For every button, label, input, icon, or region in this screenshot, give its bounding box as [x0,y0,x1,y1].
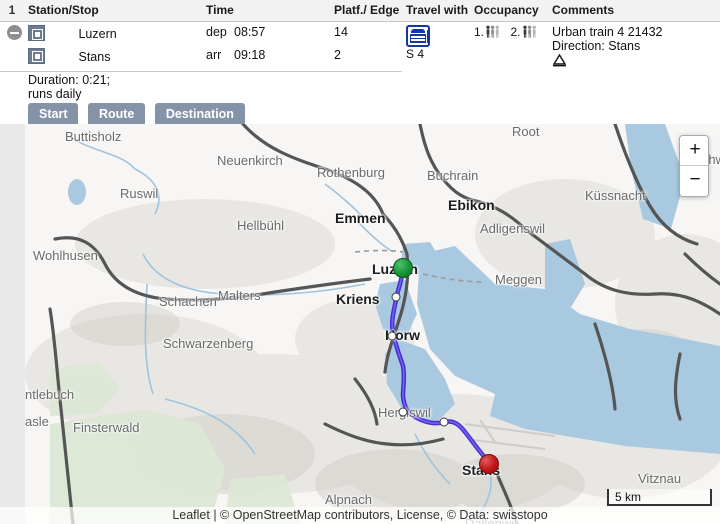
map-marker-luzern[interactable] [393,258,413,278]
route-button[interactable]: Route [87,102,146,126]
duration-text: Duration: 0:21; [28,72,110,87]
table-row: Luzern dep 08:57 14 S 4 1. 2. Urban trai… [0,22,720,67]
platform-departure: 14 [334,25,348,39]
map-canvas[interactable]: Buttisholz Neuenkirch Rothenburg Buchrain Ro… [25,124,720,524]
column-header-occupancy: Occupancy [470,0,548,22]
collapse-cell [0,22,24,47]
time-value-arrival: 09:18 [234,47,266,62]
route-waypoint [391,292,401,302]
occupancy-first-class: 1. [474,25,501,39]
map-left-gutter [0,124,25,524]
frequency-text: runs daily [28,86,82,101]
destination-button[interactable]: Destination [154,102,245,126]
column-header-number: 1 [0,0,24,22]
station-cell-arrival: Stans [24,46,202,72]
line-label: S 4 [406,47,425,61]
urban-train-icon [406,25,430,47]
timetable-map-page: 1 Station/Stop Time Platf./ Edge Travel … [0,0,720,524]
start-button[interactable]: Start [28,102,79,126]
column-header-platform: Platf./ Edge [330,0,402,22]
table-header: 1 Station/Stop Time Platf./ Edge Travel … [0,0,720,22]
spacer-cell [0,46,24,72]
zoom-out-button[interactable]: − [680,166,708,196]
time-prefix-departure: dep [206,25,227,39]
spacer-cell [0,71,24,102]
station-cell-departure: Luzern [24,22,202,47]
table-body: Luzern dep 08:57 14 S 4 1. 2. Urban trai… [0,22,720,127]
platform-arrival: 2 [330,46,402,72]
occupancy-first-class-label: 1. [474,25,485,39]
show-on-map-icon[interactable] [28,47,45,64]
travel-with-cell: S 4 [402,22,470,72]
map-tiles [25,124,720,524]
occupancy-second-class: 2. [511,25,538,39]
column-header-station: Station/Stop [24,0,202,22]
action-buttons: Start Route Destination [24,102,720,127]
time-prefix-arrival: arr [206,47,222,62]
people-icon [522,25,538,38]
route-waypoint [387,331,397,341]
time-cell-arrival: arr 09:18 [202,46,330,72]
station-name-departure: Luzern [78,27,117,41]
warning-triangle-icon [552,53,716,70]
station-name-arrival: Stans [78,49,111,64]
comments-cell: Urban train 4 21432 Direction: Stans [548,22,720,72]
map-marker-stans[interactable] [479,454,499,474]
route-waypoint [439,417,449,427]
people-icon [485,25,501,38]
collapse-toggle-icon[interactable] [7,25,22,40]
show-on-map-icon[interactable] [28,25,45,41]
column-header-travel-with: Travel with [402,0,470,22]
occupancy-cell: 1. 2. [470,22,548,72]
connection-table: 1 Station/Stop Time Platf./ Edge Travel … [0,0,720,127]
summary-row: Duration: 0:21; runs daily [0,71,720,102]
map-container[interactable]: Buttisholz Neuenkirch Rothenburg Buchrain Ro… [0,124,720,524]
duration-cell: Duration: 0:21; runs daily [24,71,720,102]
comment-train-number: Urban train 4 21432 [552,25,663,39]
map-attribution[interactable]: Leaflet | © OpenStreetMap contributors, … [0,507,720,524]
occupancy-second-class-label: 2. [510,25,521,39]
table-header-row: 1 Station/Stop Time Platf./ Edge Travel … [0,0,720,22]
zoom-in-button[interactable]: + [680,136,708,166]
column-header-comments: Comments [548,0,720,22]
spacer-cell [0,102,24,127]
column-header-time: Time [202,0,330,22]
action-row: Start Route Destination [0,102,720,127]
zoom-control: + − [679,135,709,197]
time-value-departure: 08:57 [234,25,266,39]
map-scale-bar: 5 km [607,489,712,506]
route-waypoint [398,407,408,417]
time-cell-departure: dep 08:57 [202,22,330,47]
comment-direction: Direction: Stans [552,39,641,53]
